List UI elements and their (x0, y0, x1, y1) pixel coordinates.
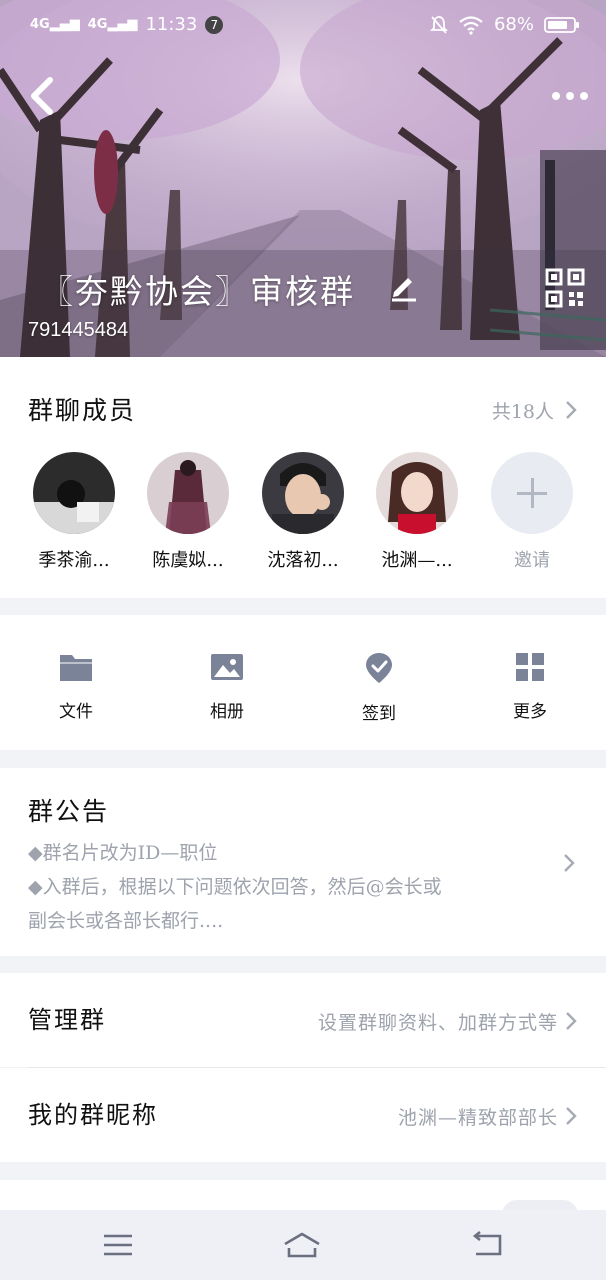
cellular-signal-icon-2: 4G▂▄▆ (87, 17, 138, 32)
menu-icon[interactable] (98, 1230, 138, 1260)
chevron-right-icon[interactable] (564, 399, 578, 421)
files-label: 文件 (59, 702, 93, 722)
member-item[interactable]: 陈虞姒... (138, 452, 238, 572)
more-options-icon[interactable] (548, 84, 592, 108)
group-id-number: 791445484 (28, 319, 129, 341)
more-tools-label: 更多 (513, 702, 547, 722)
notice-line: 副会长或各部长都行.... (28, 910, 224, 932)
back-arrow-icon[interactable] (24, 74, 64, 118)
home-icon[interactable] (282, 1230, 322, 1260)
edit-pencil-icon[interactable] (388, 272, 418, 302)
invite-label: 邀请 (514, 550, 550, 571)
member-avatar (376, 452, 458, 534)
member-item[interactable]: 池渊—... (367, 452, 467, 572)
manage-group-hint: 设置群聊资料、加群方式等 (317, 1012, 558, 1034)
wifi-icon (459, 15, 483, 35)
notification-count-badge: 7 (205, 15, 224, 34)
member-name: 陈虞姒... (152, 550, 224, 571)
my-group-nickname-row[interactable]: 我的群昵称 池渊—精致部部长 (0, 1068, 606, 1162)
member-name: 池渊—... (381, 550, 453, 571)
member-avatar (33, 452, 115, 534)
member-item[interactable]: 沈落初... (253, 452, 353, 572)
image-icon (211, 654, 243, 680)
chevron-right-icon[interactable] (562, 852, 576, 874)
member-name: 沈落初... (267, 550, 339, 571)
group-tools-section: 文件 相册 签到 更多 (0, 615, 606, 750)
group-header-banner: 4G▂▄▆ 4G▂▄▆ 11:33 7 68% 〖夯黔协会〗审核群 791445… (0, 0, 606, 357)
invite-member-button[interactable]: 邀请 (482, 452, 582, 572)
notice-line: ◆群名片改为ID—职位 (28, 842, 218, 864)
member-avatar (147, 452, 229, 534)
my-nickname-value: 池渊—精致部部长 (397, 1107, 558, 1129)
group-name-title: 〖夯黔协会〗审核群 (40, 272, 355, 311)
notice-title: 群公告 (28, 797, 110, 826)
chevron-right-icon[interactable] (564, 1010, 578, 1032)
system-navigation-bar (0, 1210, 606, 1280)
qr-code-icon[interactable] (545, 268, 585, 308)
notice-body: ◆群名片改为ID—职位 ◆入群后，根据以下问题依次回答，然后@会长或 副会长或各… (28, 836, 548, 938)
more-tools-button[interactable]: 更多 (480, 651, 580, 722)
checkin-button[interactable]: 签到 (329, 651, 429, 724)
manage-group-title: 管理群 (28, 1006, 106, 1034)
members-section-title: 群聊成员 (28, 396, 137, 425)
checkin-label: 签到 (362, 704, 396, 724)
cellular-signal-icon: 4G▂▄▆ (30, 17, 80, 32)
battery-percentage: 68% (493, 14, 534, 35)
group-notice-section[interactable]: 群公告 ◆群名片改为ID—职位 ◆入群后，根据以下问题依次回答，然后@会长或 副… (0, 768, 606, 956)
member-name: 季茶渝... (38, 550, 110, 571)
member-item[interactable]: 季茶渝... (24, 452, 124, 572)
battery-icon (544, 16, 579, 33)
member-avatar (262, 452, 344, 534)
status-bar: 4G▂▄▆ 4G▂▄▆ 11:33 7 68% (0, 0, 606, 54)
checkin-pin-icon (366, 653, 392, 683)
manage-group-row[interactable]: 管理群 设置群聊资料、加群方式等 (0, 973, 606, 1067)
mute-bell-icon (429, 15, 448, 34)
grid-icon (516, 653, 544, 681)
my-nickname-title: 我的群昵称 (28, 1101, 158, 1129)
back-icon[interactable] (468, 1230, 508, 1260)
album-label: 相册 (210, 702, 244, 722)
members-count-link[interactable]: 共18人 (492, 397, 554, 424)
album-button[interactable]: 相册 (177, 651, 277, 722)
chevron-right-icon[interactable] (564, 1105, 578, 1127)
folder-icon (60, 655, 92, 681)
notice-line: ◆入群后，根据以下问题依次回答，然后@会长或 (28, 876, 442, 898)
clock: 11:33 (145, 14, 198, 35)
group-members-section: 群聊成员 共18人 季茶渝... 陈虞姒... 沈落初... 池渊—... 邀请 (0, 357, 606, 598)
plus-icon (491, 452, 573, 534)
files-button[interactable]: 文件 (26, 651, 126, 722)
